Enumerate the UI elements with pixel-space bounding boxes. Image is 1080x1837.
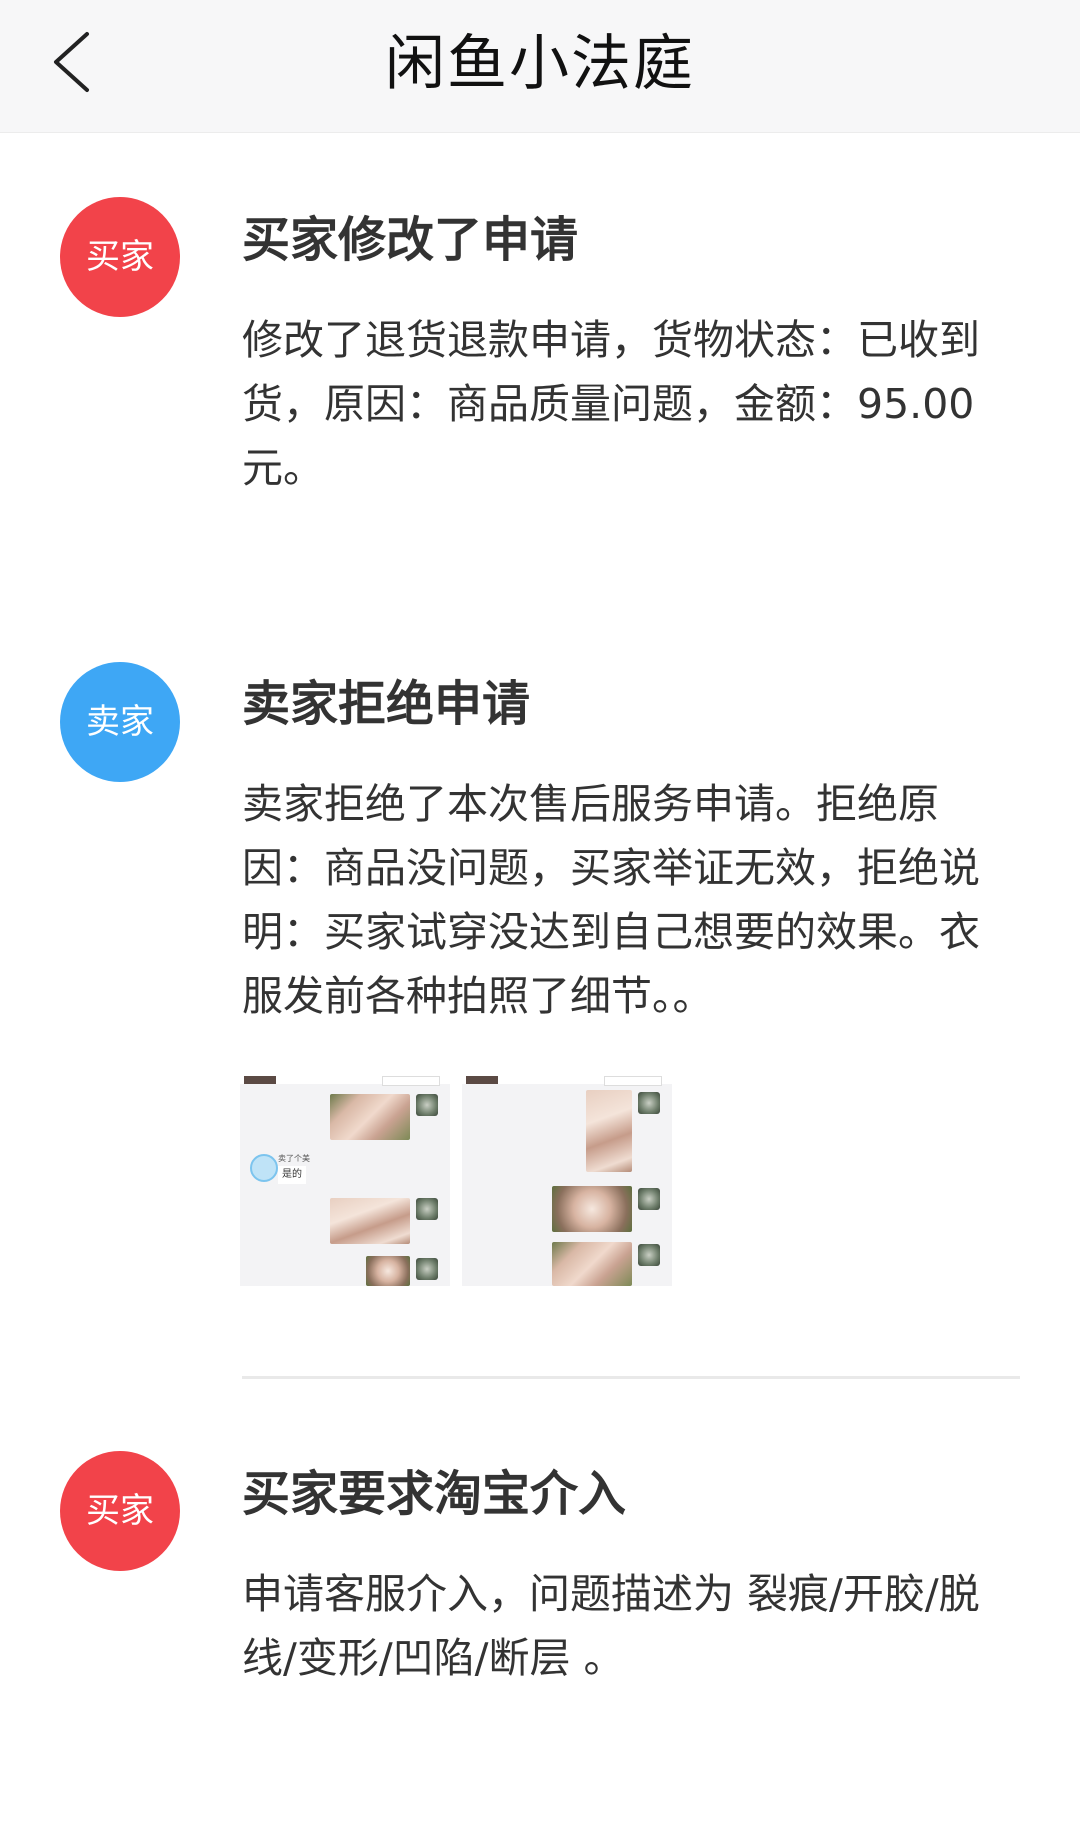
clothing-photo — [330, 1094, 410, 1140]
seller-avatar: 卖家 — [60, 662, 180, 782]
chat-user-name: 卖了个美 — [278, 1154, 310, 1163]
entry-title: 买家要求淘宝介入 — [242, 1466, 627, 1522]
chat-user-avatar — [250, 1154, 278, 1182]
attachment-thumbnail[interactable]: 卖了个美 是的 — [240, 1074, 450, 1286]
entry-description: 修改了退货退款申请，货物状态：已收到货，原因：商品质量问题，金额：95.00元。 — [242, 316, 980, 492]
clothing-photo — [586, 1090, 632, 1172]
screenshot-box — [382, 1076, 440, 1086]
entry-description: 申请客服介入，问题描述为 裂痕/开胶/脱线/变形/凹陷/断层 。 — [242, 1570, 980, 1682]
screenshot-box — [604, 1076, 662, 1086]
entry-description: 卖家拒绝了本次售后服务申请。拒绝原因：商品没问题，买家举证无效，拒绝说明：买家试… — [242, 780, 980, 1020]
entry-title: 卖家拒绝申请 — [242, 676, 531, 732]
buyer-avatar: 买家 — [60, 1451, 180, 1571]
clothing-photo — [366, 1256, 410, 1286]
chat-message: 是的 — [278, 1166, 306, 1184]
user-avatar — [416, 1258, 438, 1280]
attachment-thumbnail[interactable] — [462, 1074, 672, 1286]
clothing-photo — [552, 1186, 632, 1232]
user-avatar — [416, 1198, 438, 1220]
page-title: 闲鱼小法庭 — [385, 29, 695, 99]
user-avatar — [416, 1094, 438, 1116]
clothing-photo — [330, 1198, 410, 1244]
user-avatar — [638, 1188, 660, 1210]
clothing-photo — [552, 1242, 632, 1286]
buyer-avatar: 买家 — [60, 197, 180, 317]
screenshot-tab — [466, 1076, 498, 1084]
section-divider — [242, 1376, 1020, 1379]
user-avatar — [638, 1092, 660, 1114]
top-nav-bar: 闲鱼小法庭 — [0, 0, 1080, 133]
entry-title: 买家修改了申请 — [242, 212, 579, 268]
screenshot-tab — [244, 1076, 276, 1084]
user-avatar — [638, 1244, 660, 1266]
